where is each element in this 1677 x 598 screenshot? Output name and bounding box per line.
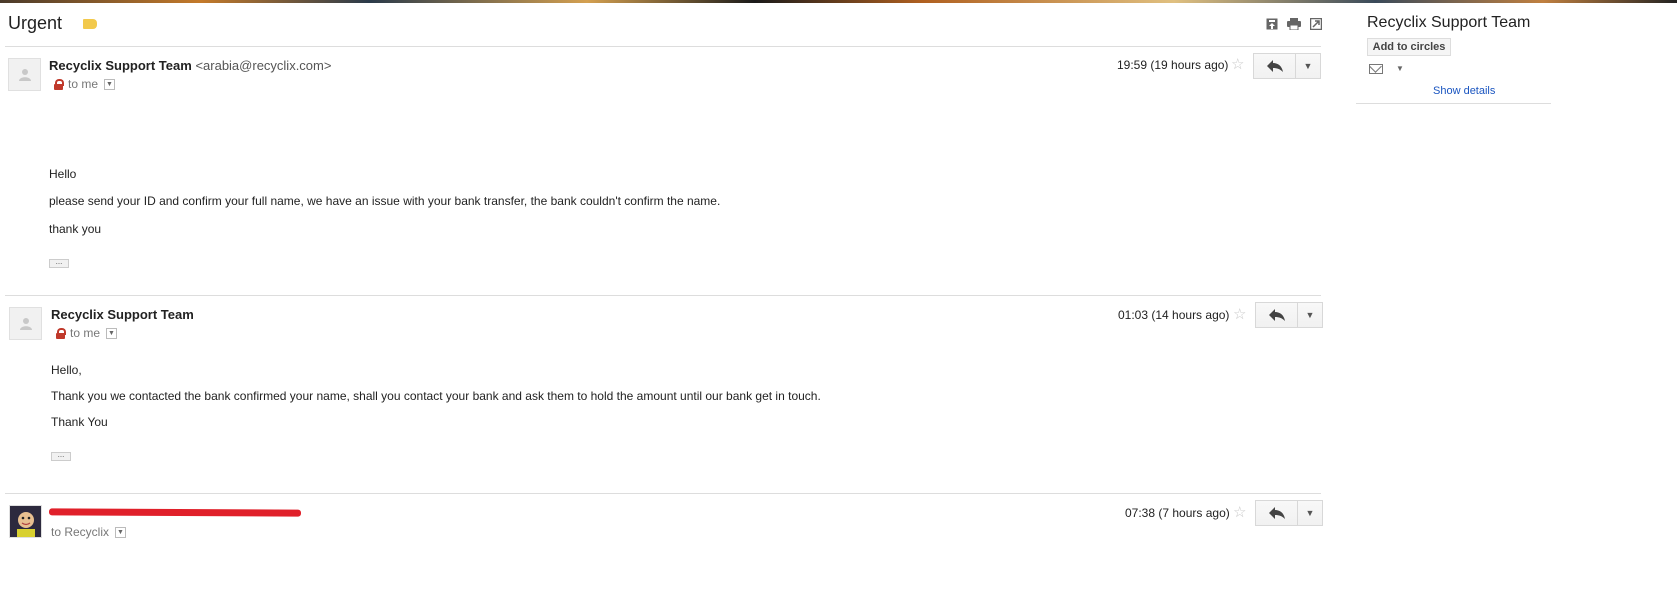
sender-name: Recyclix Support Team bbox=[51, 307, 194, 322]
header-divider bbox=[5, 46, 1321, 47]
star-icon[interactable]: ☆ bbox=[1233, 305, 1246, 323]
lock-icon bbox=[54, 78, 64, 90]
add-to-circles-button[interactable]: Add to circles bbox=[1367, 38, 1451, 56]
message-body-line: Hello bbox=[49, 167, 77, 181]
more-options-button[interactable]: ▼ bbox=[1297, 500, 1323, 526]
star-icon[interactable]: ☆ bbox=[1233, 503, 1246, 521]
avatar[interactable] bbox=[8, 58, 41, 91]
message-body-line: Thank you we contacted the bank confirme… bbox=[51, 389, 821, 403]
recipient-text: to Recyclix bbox=[51, 525, 110, 539]
contact-name: Recyclix Support Team bbox=[1367, 14, 1531, 31]
reply-button[interactable] bbox=[1255, 302, 1298, 328]
redaction-mark bbox=[48, 508, 302, 517]
lock-icon bbox=[56, 327, 66, 339]
message-body-line: Thank You bbox=[51, 415, 108, 429]
recipient-line: to me ▼ bbox=[54, 77, 116, 91]
chevron-down-icon[interactable]: ▼ bbox=[1396, 64, 1404, 73]
recipient-text: to me bbox=[68, 77, 99, 91]
show-details-dropdown[interactable]: ▼ bbox=[106, 327, 118, 339]
show-details-dropdown[interactable]: ▼ bbox=[104, 78, 116, 90]
chevron-down-icon: ▼ bbox=[1305, 310, 1315, 320]
sender-email: <arabia@recyclix.com> bbox=[195, 58, 332, 73]
sender-name: Recyclix Support Team bbox=[49, 58, 192, 73]
new-window-icon[interactable] bbox=[1309, 17, 1323, 32]
show-trimmed-content-button[interactable]: ... bbox=[51, 451, 71, 461]
message-sender[interactable]: Recyclix Support Team <arabia@recyclix.c… bbox=[49, 58, 331, 73]
archive-icon[interactable] bbox=[1265, 18, 1279, 32]
recipient-text: to me bbox=[70, 326, 101, 340]
star-icon[interactable]: ☆ bbox=[1231, 55, 1244, 73]
recipient-line: to Recyclix ▼ bbox=[51, 525, 127, 539]
message-time[interactable]: 07:38 (7 hours ago) bbox=[1125, 506, 1230, 520]
more-options-button[interactable]: ▼ bbox=[1297, 302, 1323, 328]
important-label-icon[interactable] bbox=[83, 19, 97, 29]
message-time[interactable]: 19:59 (19 hours ago) bbox=[1117, 58, 1228, 72]
reply-button[interactable] bbox=[1255, 500, 1298, 526]
avatar[interactable] bbox=[9, 307, 42, 340]
message-body-line: thank you bbox=[49, 222, 102, 236]
message-body-line: Hello, bbox=[51, 363, 82, 377]
reply-icon bbox=[1268, 507, 1285, 519]
show-trimmed-content-button[interactable]: ... bbox=[49, 258, 69, 268]
reply-icon bbox=[1266, 60, 1283, 72]
avatar[interactable] bbox=[9, 505, 42, 538]
mail-icon[interactable] bbox=[1369, 64, 1383, 74]
contact-panel-divider bbox=[1356, 103, 1551, 104]
top-decoration-strip bbox=[0, 0, 1677, 3]
more-options-button[interactable]: ▼ bbox=[1295, 53, 1321, 79]
message-divider bbox=[5, 295, 1321, 296]
chevron-down-icon: ▼ bbox=[1305, 508, 1315, 518]
message-body-line: please send your ID and confirm your ful… bbox=[49, 194, 721, 208]
message-sender[interactable]: Recyclix Support Team bbox=[51, 307, 194, 322]
show-details-dropdown[interactable]: ▼ bbox=[115, 526, 127, 538]
print-icon[interactable] bbox=[1287, 18, 1301, 32]
message-divider bbox=[5, 493, 1321, 494]
reply-button[interactable] bbox=[1253, 53, 1296, 79]
thread-subject: Urgent bbox=[8, 13, 63, 33]
show-details-link[interactable]: Show details bbox=[1433, 85, 1495, 97]
reply-icon bbox=[1268, 309, 1285, 321]
message-time[interactable]: 01:03 (14 hours ago) bbox=[1118, 308, 1229, 322]
chevron-down-icon: ▼ bbox=[1303, 61, 1313, 71]
recipient-line: to me ▼ bbox=[56, 326, 118, 340]
